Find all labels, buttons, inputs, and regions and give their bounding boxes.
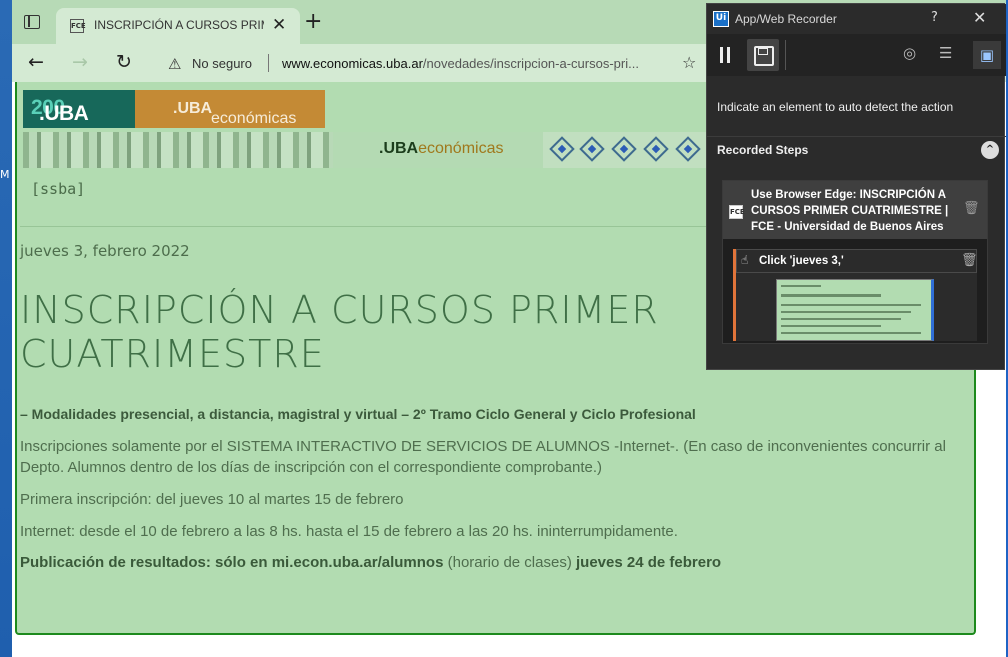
new-tab-button[interactable]: + <box>304 11 322 33</box>
click-step-header: ☝ Click 'jueves 3,' 🗑 <box>736 249 978 273</box>
favicon-icon: FCE <box>729 205 745 219</box>
recorded-step-card: FCE Use Browser Edge: INSCRIPCIÓN A CURS… <box>722 180 988 344</box>
url-path: /novedades/inscripcion-a-cursos-pri... <box>422 56 639 71</box>
page-title: INSCRIPCIÓN A CURSOS PRIMER CUATRIMESTRE <box>20 288 740 376</box>
forward-button[interactable]: → <box>72 51 88 73</box>
use-browser-step-label: Use Browser Edge: INSCRIPCIÓN A CURSOS P… <box>751 189 949 233</box>
divider <box>707 136 1006 137</box>
diamond-ornament-icon <box>579 136 605 162</box>
recorded-steps-header: Recorded Steps <box>717 143 809 157</box>
post-date[interactable]: jueves 3, febrero 2022 <box>20 242 190 260</box>
close-tab-icon[interactable]: ✕ <box>272 15 286 35</box>
favorite-star-icon[interactable]: ☆ <box>682 53 696 72</box>
url-text[interactable]: www.economicas.uba.ar/novedades/inscripc… <box>282 56 667 71</box>
title-line-1: INSCRIPCIÓN A CURSOS PRIMER <box>20 288 659 332</box>
screen-capture-icon[interactable]: ▣ <box>973 41 1001 69</box>
step-screenshot-thumbnail[interactable] <box>776 279 934 341</box>
paragraph-resultados: Publicación de resultados: sólo en mi.ec… <box>20 552 970 573</box>
diamond-ornament-icon <box>675 136 701 162</box>
tab-active[interactable]: FCE INSCRIPCIÓN A CURSOS PRIMER CUATRIME… <box>56 8 300 44</box>
paragraph-primera-inscripcion: Primera inscripción: del jueves 10 al ma… <box>20 491 404 508</box>
address-bar[interactable]: ⚠ No seguro www.economicas.uba.ar/noveda… <box>154 47 714 79</box>
favicon-icon: FCE <box>70 19 86 33</box>
paragraph-inscripciones: Inscripciones solamente por el SISTEMA I… <box>20 438 946 476</box>
divider <box>20 226 720 227</box>
tab-title: INSCRIPCIÓN A CURSOS PRIMER CUATRIMESTRE… <box>94 18 264 32</box>
banner-uba: .UBA <box>379 140 419 157</box>
collapse-icon[interactable]: ^ <box>981 141 999 159</box>
delete-icon[interactable]: 🗑 <box>963 201 980 216</box>
delete-icon[interactable]: 🗑 <box>961 253 978 268</box>
uipath-logo-icon: Ui <box>713 11 729 27</box>
back-button[interactable]: ← <box>28 51 44 73</box>
address-divider <box>268 54 269 72</box>
diamond-ornament-icon <box>643 136 669 162</box>
url-host: www.economicas.uba.ar <box>282 56 423 71</box>
diamond-ornament-icon <box>549 136 575 162</box>
reload-button[interactable]: ↻ <box>116 51 132 73</box>
toolbar-divider <box>785 40 786 70</box>
click-icon: ☝ <box>741 253 749 267</box>
target-settings-icon[interactable]: ◎ <box>903 44 916 62</box>
desktop-background <box>0 0 12 657</box>
uba-economicas-logo[interactable]: .UBA económicas <box>135 90 325 128</box>
recorder-title: App/Web Recorder <box>735 12 837 26</box>
page-subtitle: – Modalidades presencial, a distancia, m… <box>20 406 696 422</box>
logo-eco-uba: .UBA <box>173 100 213 117</box>
banner-economicas: económicas <box>418 140 504 157</box>
warning-icon[interactable]: ⚠ <box>168 55 181 73</box>
pause-icon[interactable] <box>715 43 735 67</box>
list-settings-icon[interactable]: ☰ <box>939 44 952 62</box>
diamond-ornament-icon <box>611 136 637 162</box>
help-icon[interactable]: ? <box>931 10 938 25</box>
close-icon[interactable]: ✕ <box>973 8 986 27</box>
save-icon[interactable] <box>747 39 779 71</box>
click-step[interactable]: ☝ Click 'jueves 3,' 🗑 <box>733 249 978 341</box>
paragraph-internet: Internet: desde el 10 de febrero a las 8… <box>20 523 678 540</box>
header-banner: .UBAeconómicas <box>23 132 713 168</box>
banner-pattern <box>543 132 713 168</box>
recorder-toolbar: ◎ ☰ ▣ <box>707 34 1006 76</box>
resultados-horario: (horario de clases) <box>443 554 576 571</box>
security-label[interactable]: No seguro <box>192 56 252 71</box>
ssba-placeholder: [ssba] <box>31 180 86 198</box>
recorder-titlebar: Ui App/Web Recorder ? ✕ <box>707 4 1006 34</box>
workspaces-icon[interactable] <box>24 15 40 29</box>
logo-eco-text: económicas <box>211 110 297 127</box>
resultados-fecha: jueves 24 de febrero <box>576 554 722 571</box>
banner-photo <box>23 132 333 168</box>
click-step-label: Click 'jueves 3,' <box>759 255 844 267</box>
app-web-recorder-panel: Ui App/Web Recorder ? ✕ ◎ ☰ ▣ Indicate a… <box>706 3 1006 370</box>
desktop-icon-label: M <box>0 168 10 181</box>
use-browser-step[interactable]: FCE Use Browser Edge: INSCRIPCIÓN A CURS… <box>723 181 987 239</box>
recorder-hint: Indicate an element to auto detect the a… <box>717 100 954 114</box>
uba200-logo[interactable]: .UBA 200 <box>23 90 135 128</box>
title-line-2: CUATRIMESTRE <box>20 332 325 376</box>
banner-logo: .UBAeconómicas <box>333 132 543 168</box>
resultados-label: Publicación de resultados: sólo en mi.ec… <box>20 554 444 571</box>
logo-uba-text: .UBA <box>39 102 89 125</box>
